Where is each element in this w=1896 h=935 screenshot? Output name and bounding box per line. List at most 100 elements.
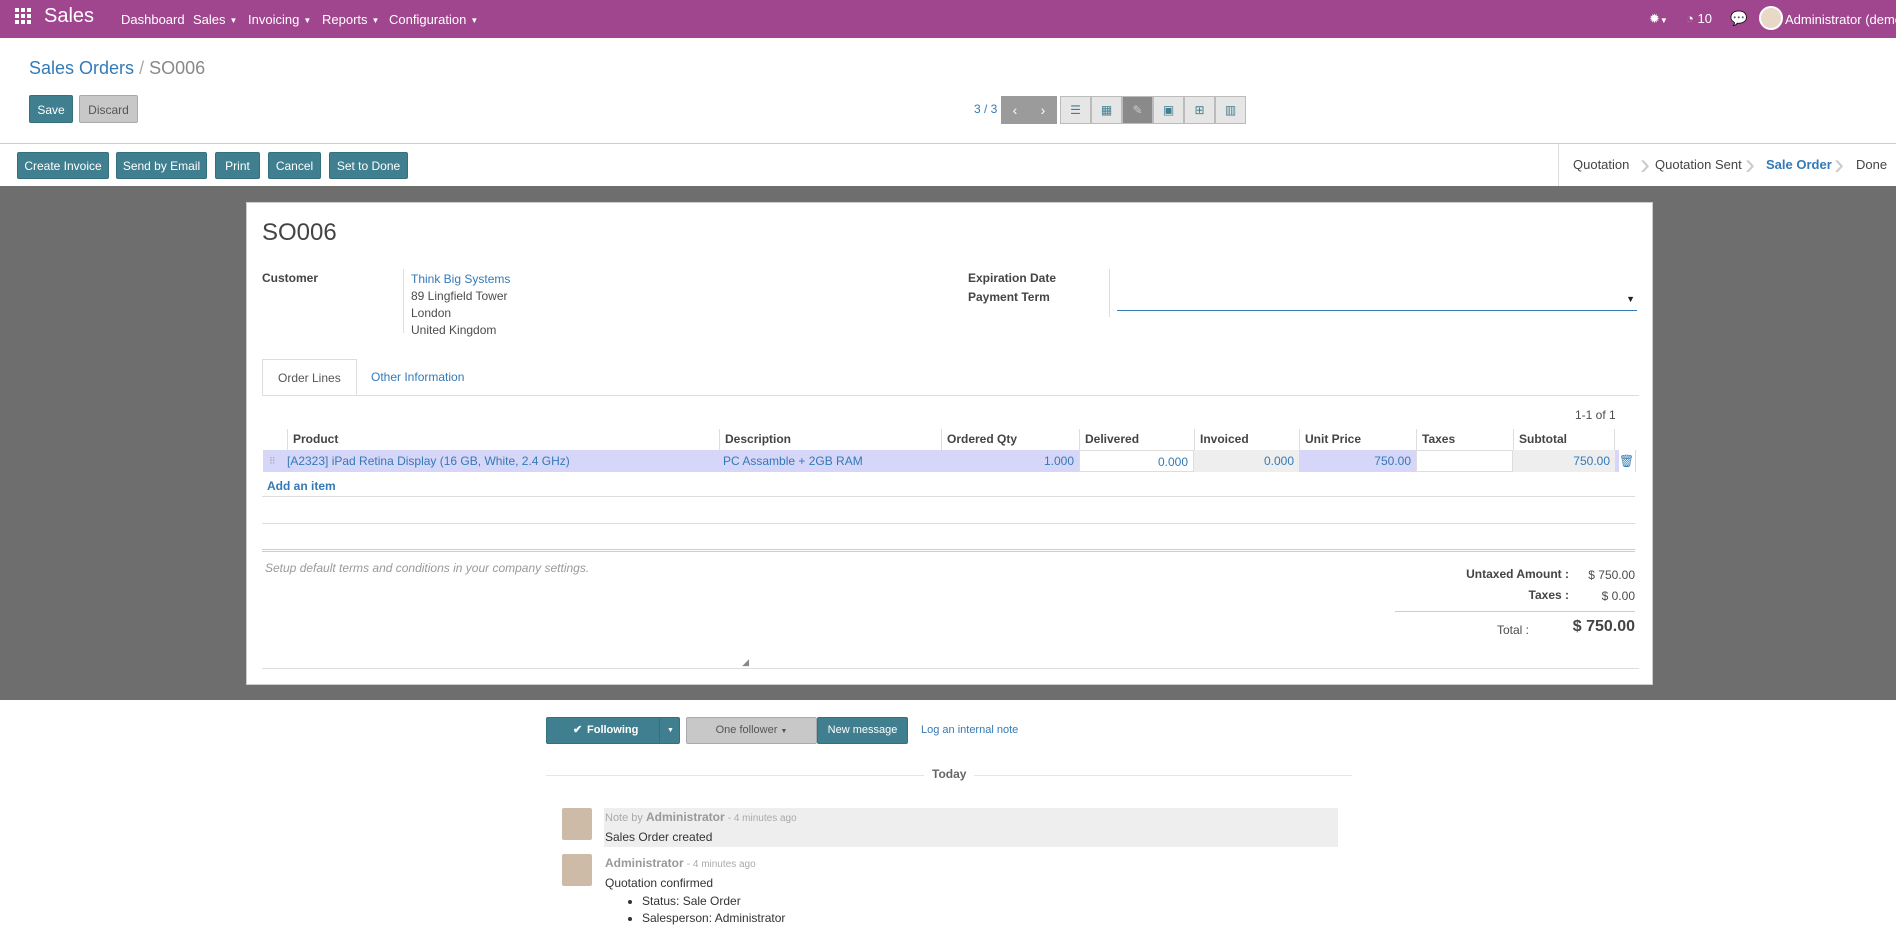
order-title: SO006 — [262, 219, 337, 246]
column-header-delivered[interactable]: Delivered — [1079, 429, 1194, 450]
check-icon: ✔ — [573, 724, 583, 736]
print-button[interactable]: Print — [215, 152, 260, 179]
message-author[interactable]: Administrator — [646, 810, 725, 824]
menu-reports[interactable]: Reports ▼ — [322, 12, 379, 27]
calendar-icon: ▣ — [1162, 103, 1175, 117]
message-time: - 4 minutes ago — [686, 859, 756, 870]
add-item-link[interactable]: Add an item — [267, 479, 336, 493]
tab-order-lines[interactable]: Order Lines — [262, 359, 357, 395]
followers-label: One follower — [715, 724, 778, 736]
stage-quotation[interactable]: Quotation — [1573, 144, 1629, 186]
stage-quotation-sent[interactable]: Quotation Sent — [1655, 144, 1742, 186]
breadcrumb: Sales Orders / SO006 — [29, 58, 205, 79]
total-value: $ 750.00 — [1572, 618, 1635, 635]
caret-down-icon: ▼ — [470, 16, 479, 26]
user-menu[interactable]: Administrator (demo — [1785, 12, 1896, 27]
record-pager[interactable]: 3 / 3 — [974, 102, 997, 116]
address-line: United Kingdom — [411, 323, 497, 337]
menu-dashboard[interactable]: Dashboard — [121, 12, 185, 27]
terms-textarea[interactable]: Setup default terms and conditions in yo… — [262, 555, 749, 669]
column-header-product[interactable]: Product — [287, 429, 719, 450]
following-button[interactable]: ✔ Following ▼ — [546, 717, 680, 744]
cell-ordered-qty[interactable]: 1.000 — [941, 450, 1079, 472]
followers-button[interactable]: One follower ▼ — [686, 717, 817, 744]
cell-product[interactable]: [A2323] iPad Retina Display (16 GB, Whit… — [287, 450, 719, 472]
column-header-subtotal[interactable]: Subtotal — [1513, 429, 1615, 450]
cell-delivered[interactable]: 0.000 — [1079, 450, 1194, 472]
cell-unit-price[interactable]: 750.00 — [1299, 450, 1416, 472]
tab-other-information[interactable]: Other Information — [356, 359, 479, 395]
cancel-button[interactable]: Cancel — [268, 152, 321, 179]
list-view-button[interactable]: ☰ — [1060, 96, 1091, 124]
pivot-view-button[interactable]: ⊞ — [1184, 96, 1215, 124]
expiration-date-field[interactable] — [1117, 273, 1637, 291]
calendar-view-button[interactable]: ▣ — [1153, 96, 1184, 124]
taxes-value: $ 0.00 — [1601, 589, 1635, 603]
drag-handle-icon[interactable]: ⠿ — [269, 450, 283, 472]
column-header-ordered-qty[interactable]: Ordered Qty — [941, 429, 1079, 450]
cell-taxes[interactable] — [1416, 450, 1513, 472]
payment-term-label: Payment Term — [968, 290, 1050, 304]
payment-term-select[interactable]: ▼ — [1117, 291, 1637, 311]
dropdown-arrow-icon: ▼ — [1626, 294, 1635, 304]
avatar — [562, 808, 592, 840]
total-label: Total : — [1496, 623, 1529, 637]
activity-button[interactable]: ◔ 10 — [1686, 11, 1712, 26]
taxes-label: Taxes : — [1528, 588, 1569, 602]
resize-handle-icon[interactable]: ◢ — [742, 657, 749, 668]
table-row[interactable]: ⠿ [A2323] iPad Retina Display (16 GB, Wh… — [263, 450, 1636, 472]
stage-sale-order[interactable]: Sale Order — [1766, 144, 1832, 186]
send-by-email-button[interactable]: Send by Email — [116, 152, 207, 179]
activity-count: 10 — [1697, 11, 1712, 26]
column-header-unit-price[interactable]: Unit Price — [1299, 429, 1416, 450]
date-separator: Today — [924, 767, 975, 781]
form-view-button[interactable]: ✎ — [1122, 96, 1153, 124]
create-invoice-button[interactable]: Create Invoice — [17, 152, 109, 179]
avatar — [1759, 6, 1783, 30]
column-header-taxes[interactable]: Taxes — [1416, 429, 1513, 450]
new-message-button[interactable]: New message — [817, 717, 908, 744]
set-to-done-button[interactable]: Set to Done — [329, 152, 408, 179]
message-header: Administrator - 4 minutes ago — [605, 856, 756, 870]
log-note-link[interactable]: Log an internal note — [921, 724, 1018, 736]
terms-placeholder: Setup default terms and conditions in yo… — [265, 561, 590, 575]
apps-grid-icon[interactable] — [14, 7, 32, 25]
control-panel: Sales Orders / SO006 Save Discard 3 / 3 … — [0, 38, 1896, 144]
next-record-button[interactable]: › — [1029, 96, 1057, 124]
discard-button[interactable]: Discard — [79, 95, 138, 123]
previous-record-button[interactable]: ‹ — [1001, 96, 1029, 124]
list-pager[interactable]: 1-1 of 1 — [1575, 408, 1616, 422]
message-time: - 4 minutes ago — [727, 813, 797, 824]
customer-label: Customer — [262, 271, 319, 285]
column-header-invoiced[interactable]: Invoiced — [1194, 429, 1299, 450]
table-icon: ⊞ — [1194, 103, 1205, 117]
stage-arrow-icon: › — [1640, 148, 1650, 181]
menu-invoicing[interactable]: Invoicing ▼ — [248, 12, 311, 27]
message-header: Note by Administrator - 4 minutes ago — [605, 810, 797, 824]
debug-bug-icon[interactable]: ✹▼ — [1649, 11, 1668, 27]
trash-icon[interactable]: 🗑 — [1619, 450, 1635, 472]
address-line: London — [411, 306, 452, 320]
message-author[interactable]: Administrator — [605, 856, 684, 870]
menu-sales[interactable]: Sales ▼ — [193, 12, 237, 27]
activity-icon: ◔ — [1686, 11, 1694, 26]
kanban-view-button[interactable]: ▦ — [1091, 96, 1122, 124]
cell-description[interactable]: PC Assamble + 2GB RAM — [723, 450, 941, 472]
column-header-description[interactable]: Description — [719, 429, 941, 450]
expiration-date-label: Expiration Date — [968, 271, 1057, 285]
address-line: 89 Lingfield Tower — [411, 289, 508, 303]
menu-configuration[interactable]: Configuration ▼ — [389, 12, 478, 27]
stage-arrow-icon: › — [1834, 148, 1844, 181]
chat-icon[interactable]: 💬 — [1730, 10, 1747, 27]
breadcrumb-sales-orders[interactable]: Sales Orders — [29, 58, 134, 78]
graph-view-button[interactable]: ▥ — [1215, 96, 1246, 124]
customer-link[interactable]: Think Big Systems — [411, 272, 510, 286]
stage-done[interactable]: Done — [1856, 144, 1887, 186]
caret-down-icon: ▼ — [780, 728, 788, 735]
caret-down-icon: ▼ — [667, 727, 674, 734]
caret-down-icon: ▼ — [229, 16, 238, 26]
menu-label: Dashboard — [121, 12, 185, 27]
save-button[interactable]: Save — [29, 95, 73, 123]
caret-down-icon: ▼ — [303, 16, 312, 26]
untaxed-amount-value: $ 750.00 — [1588, 568, 1635, 582]
